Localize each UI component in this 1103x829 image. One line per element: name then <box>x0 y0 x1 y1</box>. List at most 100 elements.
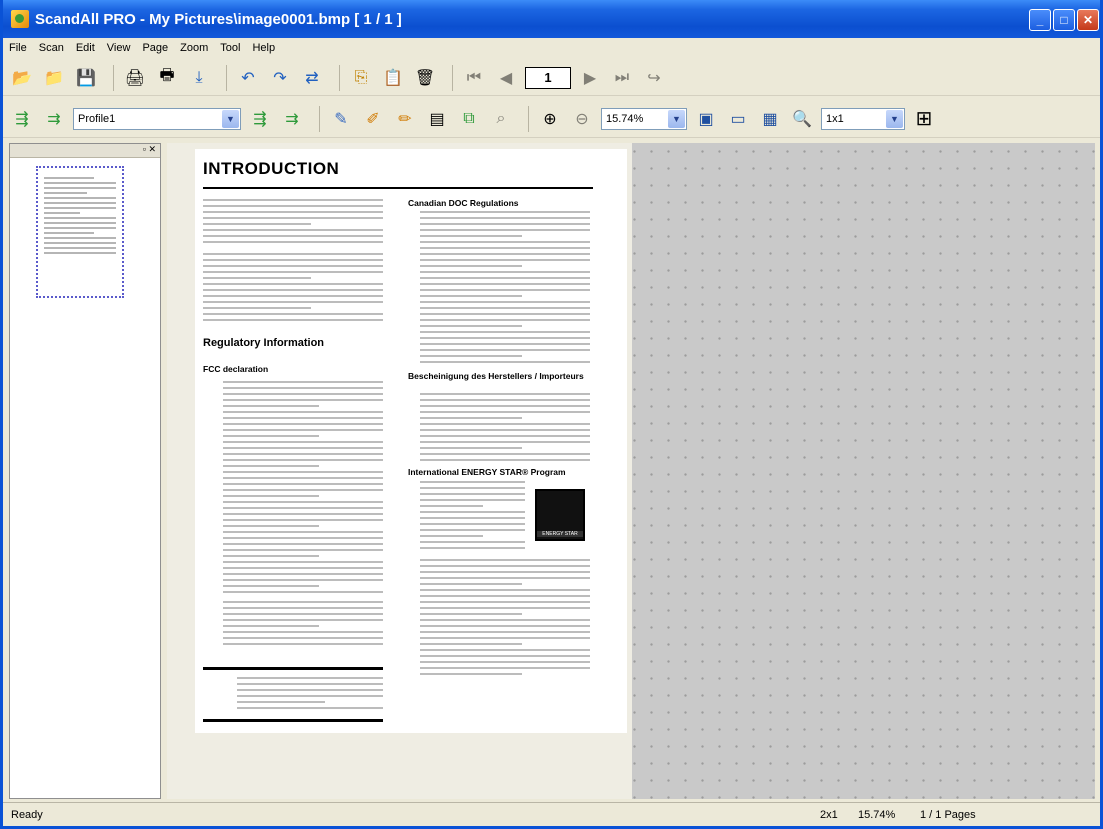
menu-scan[interactable]: Scan <box>39 42 64 54</box>
menu-tool[interactable]: Tool <box>220 42 240 54</box>
flip-icon[interactable]: ⇄ <box>299 65 325 91</box>
status-pages: 1 / 1 Pages <box>920 809 976 821</box>
zoom-out-icon[interactable]: ⊖ <box>569 106 595 132</box>
profile-select[interactable]: Profile1 ▼ <box>73 107 241 130</box>
document-text-line <box>420 319 590 321</box>
copy-page-icon[interactable]: ⎘ <box>348 65 374 91</box>
layout-select[interactable]: 1x1 ▼ <box>821 107 905 130</box>
image-viewer[interactable]: INTRODUCTION Regulatory Information FCC … <box>167 143 1095 799</box>
document-text-line <box>223 441 383 443</box>
document-text-line <box>223 501 383 503</box>
print-preview-icon[interactable]: 🖶 <box>154 65 180 91</box>
document-text-line <box>203 253 383 255</box>
close-button[interactable]: ✕ <box>1077 9 1099 31</box>
page-area: INTRODUCTION Regulatory Information FCC … <box>167 143 632 799</box>
document-text-line <box>420 529 525 531</box>
document-text-line <box>420 295 522 297</box>
document-text-line <box>203 271 383 273</box>
document-text-line <box>223 525 319 527</box>
scan-toolbar: ⇶ ⇉ Profile1 ▼ ⇶ ⇉ ✎ ✐ ✏ ▤ ⧉ ⌕ ⊕ ⊖ 15.74… <box>3 100 1100 138</box>
maximize-button[interactable]: □ <box>1053 9 1075 31</box>
document-text-line <box>420 619 590 621</box>
magnifier-icon[interactable]: 🔍 <box>789 106 815 132</box>
document-text-line <box>223 549 383 551</box>
chevron-down-icon[interactable]: ▼ <box>222 109 239 128</box>
scan-duplex-icon[interactable]: ⇉ <box>279 106 305 132</box>
highlighter-icon[interactable]: ✏ <box>392 106 418 132</box>
document-text-line <box>420 601 590 603</box>
document-text-line <box>223 625 319 627</box>
document-text-line <box>223 607 383 609</box>
document-text-line <box>223 591 383 593</box>
zoom-in-icon[interactable]: ⊕ <box>537 106 563 132</box>
fit-width-icon[interactable]: ▭ <box>725 106 751 132</box>
document-text-line <box>420 259 590 261</box>
delete-icon[interactable]: 🗑 <box>412 65 438 91</box>
document-text-line <box>420 313 590 315</box>
document-text-line <box>237 677 383 679</box>
document-text-line <box>203 313 383 315</box>
save-icon[interactable]: 💾 <box>73 65 99 91</box>
document-text-line <box>420 435 590 437</box>
document-text-line <box>420 355 522 357</box>
main-toolbar: 📂 📁 💾 🖨 🖶 ⤓ ↶ ↷ ⇄ ⎘ 📋 🗑 ⏮ ◀ 1 ▶ ⏭ ↪ <box>3 60 1100 96</box>
menu-edit[interactable]: Edit <box>76 42 95 54</box>
document-text-line <box>420 235 522 237</box>
scan-feed-icon[interactable]: ⇶ <box>247 106 273 132</box>
save-folder-icon[interactable]: 📁 <box>41 65 67 91</box>
next-page-icon[interactable]: ▶ <box>577 65 603 91</box>
status-text: Ready <box>11 809 43 821</box>
paste-page-icon[interactable]: 📋 <box>380 65 406 91</box>
crop-icon[interactable]: ⧉ <box>456 106 482 132</box>
status-zoom: 15.74% <box>858 809 896 821</box>
previous-page-icon[interactable]: ◀ <box>493 65 519 91</box>
stamp-icon[interactable]: ✎ <box>328 106 354 132</box>
document-text-line <box>223 555 319 557</box>
document-text-line <box>420 589 590 591</box>
document-text-line <box>420 331 590 333</box>
search-tool-icon[interactable]: ⌕ <box>488 106 514 132</box>
document-text-line <box>420 271 590 273</box>
document-text-line <box>223 531 383 533</box>
batch-scan-icon[interactable]: ⇉ <box>41 106 67 132</box>
rotate-left-icon[interactable]: ↶ <box>235 65 261 91</box>
open-icon[interactable]: 📂 <box>9 65 35 91</box>
zoom-select[interactable]: 15.74% ▼ <box>601 107 687 130</box>
document-text-line <box>420 643 522 645</box>
rotate-right-icon[interactable]: ↷ <box>267 65 293 91</box>
document-text-line <box>237 695 383 697</box>
document-text-line <box>223 411 383 413</box>
document-text-line <box>420 459 590 461</box>
chevron-down-icon[interactable]: ▼ <box>886 109 903 128</box>
document-text-line <box>420 583 522 585</box>
document-text-line <box>420 661 590 663</box>
first-page-icon[interactable]: ⏮ <box>461 65 487 91</box>
fit-page-icon[interactable]: ▣ <box>693 106 719 132</box>
page-number-field[interactable]: 1 <box>525 66 571 89</box>
document-text-line <box>420 211 590 213</box>
scan-to-icon[interactable]: ⤓ <box>186 65 212 91</box>
marker-icon[interactable]: ✐ <box>360 106 386 132</box>
settings-icon[interactable]: ▤ <box>424 106 450 132</box>
menu-help[interactable]: Help <box>252 42 275 54</box>
document-text-line <box>223 453 383 455</box>
page-thumbnail[interactable] <box>36 166 124 298</box>
document-text-line <box>420 547 525 549</box>
scan-icon[interactable]: ⇶ <box>9 106 35 132</box>
menu-file[interactable]: File <box>9 42 27 54</box>
last-page-icon[interactable]: ⏭ <box>609 65 635 91</box>
chevron-down-icon[interactable]: ▼ <box>668 109 685 128</box>
print-icon[interactable]: 🖨 <box>122 65 148 91</box>
grid-layout-icon[interactable]: ⊞ <box>911 106 937 132</box>
pane-close-icon[interactable]: ▫ ✕ <box>143 144 156 155</box>
document-text-line <box>223 465 319 467</box>
menu-zoom[interactable]: Zoom <box>180 42 208 54</box>
menu-view[interactable]: View <box>107 42 131 54</box>
page-exit-icon[interactable]: ↪ <box>641 65 667 91</box>
title-bar[interactable]: ScandAll PRO - My Pictures\image0001.bmp… <box>3 0 1100 38</box>
menu-page[interactable]: Page <box>142 42 168 54</box>
minimize-button[interactable]: _ <box>1029 9 1051 31</box>
document-text-line <box>223 579 383 581</box>
actual-size-icon[interactable]: ▦ <box>757 106 783 132</box>
scanned-document: INTRODUCTION Regulatory Information FCC … <box>195 149 627 733</box>
